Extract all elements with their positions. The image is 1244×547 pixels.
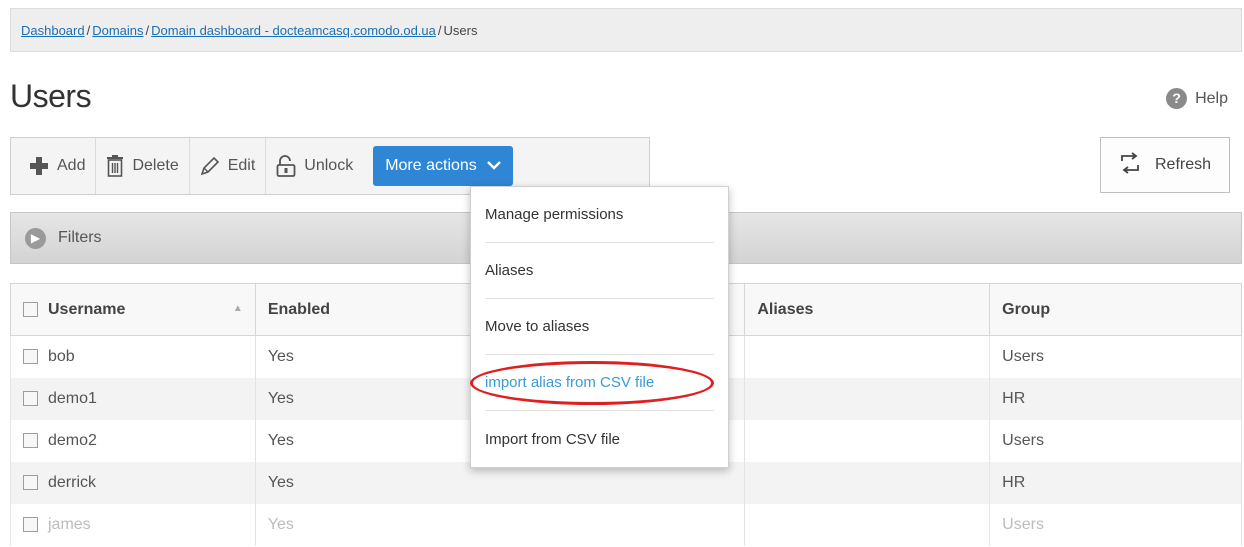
aliases-cell	[744, 377, 991, 420]
menu-item-import-from-csv[interactable]: Import from CSV file	[485, 411, 714, 467]
username-cell: bob	[48, 347, 75, 365]
enabled-cell: Yes	[254, 503, 746, 546]
help-label: Help	[1195, 89, 1228, 107]
group-cell: HR	[989, 377, 1242, 420]
filters-label: Filters	[58, 229, 102, 246]
highlight-annotation-oval	[470, 361, 714, 405]
plus-icon	[29, 156, 49, 176]
help-icon: ?	[1166, 88, 1188, 109]
breadcrumb: Dashboard / Domains / Domain dashboard - doc…	[10, 8, 1242, 52]
unlock-button[interactable]: Unlock	[266, 138, 363, 194]
aliases-cell	[744, 419, 991, 462]
delete-button[interactable]: Delete	[96, 138, 190, 194]
group-cell: Users	[989, 335, 1242, 378]
refresh-label: Refresh	[1154, 156, 1212, 173]
pencil-icon	[200, 156, 220, 176]
chevron-down-icon	[486, 157, 501, 175]
page-title: Users	[10, 78, 92, 114]
sort-icon: ▲	[232, 302, 243, 314]
more-actions-menu: Manage permissions Aliases Move to alias…	[470, 186, 729, 468]
row-checkbox[interactable]	[23, 390, 38, 406]
group-cell: HR	[989, 461, 1242, 504]
unlock-label: Unlock	[304, 157, 354, 174]
aliases-cell	[744, 461, 991, 504]
edit-button[interactable]: Edit	[190, 138, 267, 194]
group-cell: Users	[989, 419, 1242, 462]
edit-label: Edit	[227, 157, 256, 174]
add-button[interactable]: Add	[19, 138, 97, 194]
trash-icon	[106, 155, 124, 177]
breadcrumb-current: Users	[443, 23, 478, 38]
row-checkbox[interactable]	[23, 474, 38, 490]
table-row[interactable]: james Yes Users	[10, 503, 1242, 546]
column-group[interactable]: Group	[989, 283, 1242, 336]
group-cell: Users	[989, 503, 1242, 546]
breadcrumb-dashboard[interactable]: Dashboard	[21, 23, 85, 38]
menu-item-manage-permissions[interactable]: Manage permissions	[485, 187, 714, 243]
row-checkbox[interactable]	[23, 432, 38, 448]
unlock-icon	[276, 155, 296, 177]
menu-item-aliases[interactable]: Aliases	[485, 243, 714, 299]
more-actions-label: More actions	[385, 157, 477, 174]
aliases-cell	[744, 503, 991, 546]
more-actions-button[interactable]: More actions	[373, 146, 513, 186]
help-link[interactable]: ? Help	[1166, 88, 1228, 109]
chevron-right-icon: ▶	[25, 227, 46, 249]
delete-label: Delete	[132, 157, 179, 174]
row-checkbox[interactable]	[23, 349, 38, 365]
refresh-icon	[1119, 151, 1141, 179]
breadcrumb-domains[interactable]: Domains	[92, 23, 143, 38]
column-aliases[interactable]: Aliases	[744, 283, 991, 336]
aliases-cell	[744, 335, 991, 378]
add-label: Add	[57, 157, 86, 174]
menu-item-move-to-aliases[interactable]: Move to aliases	[485, 299, 714, 355]
username-cell: james	[48, 515, 91, 533]
column-username[interactable]: Username ▲	[10, 283, 256, 336]
username-cell: demo2	[48, 431, 97, 449]
username-cell: derrick	[48, 473, 97, 491]
username-cell: demo1	[48, 389, 97, 407]
row-checkbox[interactable]	[23, 516, 38, 532]
refresh-button[interactable]: Refresh	[1100, 137, 1230, 193]
breadcrumb-domain-dashboard[interactable]: Domain dashboard - docteamcasq.comodo.od…	[151, 23, 436, 38]
select-all-checkbox[interactable]	[23, 301, 38, 317]
